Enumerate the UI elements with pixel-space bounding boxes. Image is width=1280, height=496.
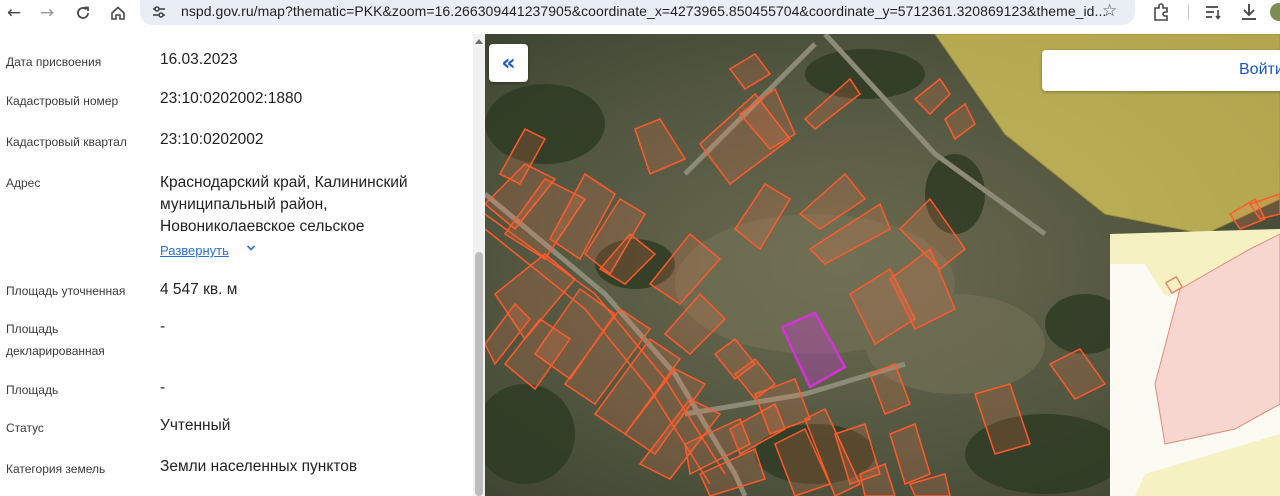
extensions-icon[interactable] xyxy=(1150,1,1172,23)
info-value: Учтенный xyxy=(160,417,231,434)
login-button[interactable]: Войти xyxy=(1042,50,1280,91)
forward-arrow-icon[interactable]: → xyxy=(34,0,60,26)
info-label: Площадь xyxy=(6,383,59,397)
collapse-panel-button[interactable]: « xyxy=(489,44,528,82)
info-value: Земли населенных пунктов xyxy=(160,458,358,475)
satellite-map-canvas[interactable] xyxy=(485,34,1280,496)
chevron-down-icon[interactable] xyxy=(246,243,256,256)
info-label: декларированная xyxy=(6,344,105,358)
info-label: Площадь уточненная xyxy=(6,284,126,298)
address-line: Новониколаевское сельское xyxy=(160,218,365,235)
info-label: Площадь xyxy=(6,322,59,336)
download-icon[interactable] xyxy=(1238,1,1260,23)
browser-toolbar: ← → nspd.gov.ru/map?thematic=PKK&zoom=16… xyxy=(0,0,1280,34)
url-text: nspd.gov.ru/map?thematic=PKK&zoom=16.266… xyxy=(181,3,1107,19)
info-label: Статус xyxy=(6,421,44,435)
double-chevron-left-icon: « xyxy=(501,50,516,76)
reload-icon[interactable] xyxy=(70,0,96,26)
expand-address-link[interactable]: Развернуть xyxy=(160,242,229,260)
info-label: Адрес xyxy=(6,176,41,190)
toolbar-divider xyxy=(1188,4,1189,20)
panel-scrollbar[interactable] xyxy=(473,34,485,496)
info-value[interactable]: 23:10:0202002:1880 xyxy=(160,88,460,110)
parcel-info-panel: Дата присвоения 16.03.2023 Кадастровый н… xyxy=(0,34,485,496)
info-value: 4 547 кв. м xyxy=(160,281,238,298)
cadastral-map[interactable]: « Войти xyxy=(485,34,1280,496)
info-label: Дата присвоения xyxy=(6,55,102,69)
info-value[interactable]: 23:10:0202002 xyxy=(160,129,460,151)
home-icon[interactable] xyxy=(105,0,131,26)
address-bar[interactable]: nspd.gov.ru/map?thematic=PKK&zoom=16.266… xyxy=(140,0,1135,25)
reading-list-icon[interactable] xyxy=(1203,1,1225,23)
info-label: Кадастровый квартал xyxy=(6,135,127,149)
scroll-up-arrow-icon[interactable] xyxy=(475,39,483,44)
scrollbar-thumb[interactable] xyxy=(475,252,483,496)
address-line: Краснодарский край, Калининский xyxy=(160,174,408,191)
info-value: - xyxy=(160,318,166,335)
address-line: муниципальный район, xyxy=(160,196,328,213)
profile-avatar-icon[interactable] xyxy=(1268,1,1280,23)
site-settings-icon[interactable] xyxy=(150,3,168,21)
info-label: Категория земель xyxy=(6,462,106,476)
info-label: Кадастровый номер xyxy=(6,94,119,108)
bookmark-star-icon[interactable]: ☆ xyxy=(1102,1,1117,21)
back-arrow-icon[interactable]: ← xyxy=(1,0,27,26)
login-label: Войти xyxy=(1239,61,1280,78)
info-value: - xyxy=(160,379,166,396)
info-value: 16.03.2023 xyxy=(160,51,238,68)
